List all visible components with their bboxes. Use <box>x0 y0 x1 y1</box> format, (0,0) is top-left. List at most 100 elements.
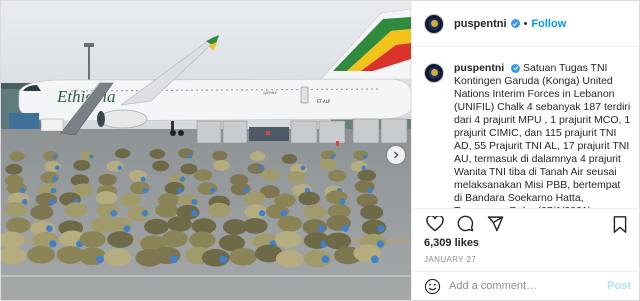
like-count[interactable]: 6,309 likes <box>424 237 479 249</box>
avatar[interactable] <box>424 13 444 34</box>
caption-username[interactable]: puspentni <box>454 62 504 74</box>
blue-beret <box>117 165 123 171</box>
blue-beret <box>177 187 183 194</box>
blue-beret <box>258 165 263 171</box>
soldier-figure <box>155 203 179 218</box>
blue-beret <box>170 255 178 264</box>
soldier-figure <box>242 218 268 234</box>
blue-beret <box>210 187 216 194</box>
post-date[interactable]: JANUARY 27 <box>424 255 476 264</box>
blue-beret <box>110 210 117 217</box>
blue-beret <box>259 210 266 217</box>
next-photo-button[interactable] <box>387 146 405 164</box>
separator: • <box>523 17 528 30</box>
soldier-figure <box>189 231 216 249</box>
soldier-figure <box>98 173 117 186</box>
blue-beret <box>46 225 53 232</box>
soldier-figure <box>212 150 228 161</box>
soldier-figure <box>320 158 338 170</box>
blue-beret <box>55 165 60 171</box>
soldier-figure <box>274 231 302 248</box>
follow-button[interactable]: Follow <box>531 18 566 30</box>
soldier-figure <box>207 202 231 218</box>
soldier-figure <box>103 248 132 267</box>
blue-beret <box>330 154 335 159</box>
soldier-figure <box>144 218 169 235</box>
blue-beret <box>52 154 58 159</box>
soldier-figure <box>357 169 377 182</box>
blue-beret <box>49 240 57 248</box>
soldier-figure <box>107 231 134 248</box>
blue-beret <box>141 210 149 217</box>
soldier-figure <box>161 230 188 248</box>
blue-beret <box>321 255 330 264</box>
blue-beret <box>376 240 384 248</box>
soldier-figure <box>30 205 54 220</box>
soldier-figure <box>281 154 298 164</box>
soldier-figure <box>73 159 91 171</box>
save-button[interactable] <box>609 213 631 235</box>
soldier-figure <box>79 231 106 248</box>
blue-beret <box>191 198 198 205</box>
soldier-figure <box>4 201 28 217</box>
instagram-post: Ethiopia ኢትዮጵያ ET-ALP puspentni • Follow… <box>0 0 640 301</box>
blue-beret <box>187 154 193 159</box>
soldier-figure <box>167 216 192 232</box>
soldier-figure <box>95 191 118 205</box>
soldier-figure <box>5 163 23 175</box>
comment-icon <box>457 215 473 232</box>
blue-beret <box>142 187 149 194</box>
action-bar <box>412 208 640 238</box>
bookmark-icon <box>613 215 627 233</box>
blue-beret <box>339 198 346 205</box>
soldier-figure <box>193 169 213 182</box>
caption-verified-badge-icon <box>511 63 521 73</box>
blue-beret <box>280 210 287 217</box>
soldier-figure <box>229 247 258 266</box>
blue-beret <box>96 255 104 264</box>
blue-beret <box>179 176 185 182</box>
caption-body: Satuan Tugas TNI Kontingen Garuda (Konga… <box>454 62 631 208</box>
add-comment-bar: Post <box>412 271 640 300</box>
comment-input[interactable] <box>449 280 608 292</box>
header-username[interactable]: puspentni <box>454 18 507 30</box>
soldier-figure <box>244 191 266 205</box>
blue-beret <box>191 210 198 217</box>
post-side-panel: puspentni • Follow puspentni Satuan Tuga… <box>411 1 640 300</box>
post-header: puspentni • Follow <box>412 1 639 47</box>
soldier-figure <box>64 202 88 218</box>
soldier-figure <box>250 151 266 162</box>
caption-area: puspentni Satuan Tugas TNI Kontingen Gar… <box>412 48 640 208</box>
soldier-figure <box>360 205 384 220</box>
blue-beret <box>300 165 306 171</box>
comment-button[interactable] <box>454 213 476 235</box>
soldier-figure <box>191 218 217 234</box>
chevron-right-icon <box>394 151 399 159</box>
blue-beret <box>140 176 146 182</box>
blue-beret <box>361 165 366 171</box>
caption: puspentni Satuan Tugas TNI Kontingen Gar… <box>412 48 640 208</box>
soldier-figure <box>298 191 320 206</box>
blue-beret <box>219 255 228 264</box>
soldier-figure <box>303 204 327 220</box>
blue-beret <box>19 187 25 194</box>
caption-avatar[interactable] <box>424 63 444 83</box>
soldier-figure <box>275 250 304 268</box>
heart-icon <box>426 215 444 231</box>
svg-text:ኢትዮጵያ: ኢትዮጵያ <box>263 90 277 95</box>
blue-beret <box>362 154 367 159</box>
post-comment-button[interactable]: Post <box>607 280 631 292</box>
soldier-figure <box>6 217 31 234</box>
share-button[interactable] <box>484 213 506 235</box>
like-button[interactable] <box>424 213 446 235</box>
soldier-figure <box>119 193 142 208</box>
photo-scene: Ethiopia ኢትዮጵያ ET-ALP <box>1 1 411 300</box>
caption-text: puspentni Satuan Tugas TNI Kontingen Gar… <box>454 62 631 208</box>
emoji-button[interactable] <box>424 278 441 295</box>
blue-beret <box>342 225 349 232</box>
blue-beret <box>371 255 379 264</box>
post-photo[interactable]: Ethiopia ኢትዮጵያ ET-ALP <box>1 1 411 300</box>
soldier-figure <box>27 245 55 264</box>
soldier-figure <box>356 193 379 208</box>
blue-beret <box>243 187 249 194</box>
